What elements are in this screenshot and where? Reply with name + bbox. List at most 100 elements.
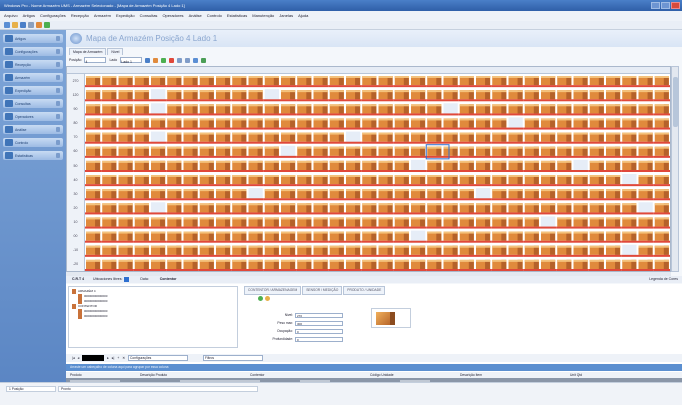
storage-slot[interactable] <box>296 189 313 201</box>
storage-slot[interactable] <box>345 259 362 271</box>
storage-slot[interactable] <box>215 132 232 144</box>
storage-slot[interactable] <box>150 259 167 271</box>
storage-slot[interactable] <box>280 76 297 88</box>
storage-slot[interactable] <box>361 189 378 201</box>
storage-slot[interactable] <box>312 90 329 102</box>
storage-slot[interactable] <box>458 118 475 130</box>
storage-slot[interactable] <box>361 118 378 130</box>
storage-slot[interactable] <box>458 245 475 257</box>
first-record-button[interactable]: |◂ <box>72 356 75 360</box>
storage-slot[interactable] <box>328 189 345 201</box>
storage-slot[interactable] <box>117 259 134 271</box>
storage-slot[interactable] <box>263 104 280 116</box>
storage-slot[interactable] <box>572 175 589 187</box>
storage-slot[interactable] <box>296 217 313 229</box>
storage-slot[interactable] <box>133 76 150 88</box>
storage-slot[interactable] <box>377 231 394 243</box>
storage-slot[interactable] <box>377 203 394 215</box>
storage-slot[interactable] <box>475 132 492 144</box>
storage-slot[interactable] <box>150 189 167 201</box>
storage-slot[interactable] <box>198 90 215 102</box>
storage-slot[interactable] <box>475 231 492 243</box>
storage-slot[interactable] <box>247 217 264 229</box>
storage-slot[interactable] <box>540 118 557 130</box>
storage-slot[interactable] <box>117 90 134 102</box>
slot-grid[interactable] <box>85 74 670 272</box>
storage-slot[interactable] <box>85 245 102 257</box>
storage-slot[interactable] <box>621 174 638 187</box>
storage-slot[interactable] <box>247 104 264 116</box>
storage-slot[interactable] <box>328 245 345 257</box>
storage-slot[interactable] <box>426 90 443 102</box>
tree-node[interactable]: 00000000000000 <box>78 314 107 319</box>
storage-slot[interactable] <box>556 76 573 88</box>
storage-slot[interactable] <box>540 245 557 257</box>
storage-slot[interactable] <box>475 146 492 158</box>
storage-slot[interactable] <box>85 231 102 243</box>
delete-icon[interactable] <box>169 57 175 63</box>
storage-slot[interactable] <box>328 118 345 130</box>
storage-slot[interactable] <box>442 146 459 158</box>
side-select[interactable]: Lado 1 <box>120 57 143 64</box>
storage-slot[interactable] <box>215 104 232 116</box>
save-icon[interactable] <box>258 296 263 301</box>
storage-slot[interactable] <box>215 175 232 187</box>
storage-slot[interactable] <box>345 231 362 243</box>
add-record-button[interactable]: + <box>117 356 119 360</box>
storage-slot[interactable] <box>263 132 280 144</box>
storage-slot[interactable] <box>523 217 540 229</box>
storage-slot[interactable] <box>101 231 118 243</box>
storage-slot[interactable] <box>410 230 427 243</box>
storage-slot[interactable] <box>540 189 557 201</box>
storage-slot[interactable] <box>231 203 248 215</box>
storage-slot[interactable] <box>377 76 394 88</box>
storage-slot[interactable] <box>377 217 394 229</box>
storage-slot[interactable] <box>393 104 410 116</box>
storage-slot[interactable] <box>426 217 443 229</box>
storage-slot[interactable] <box>475 104 492 116</box>
storage-slot[interactable] <box>328 160 345 172</box>
storage-slot[interactable] <box>231 189 248 201</box>
storage-slot[interactable] <box>198 146 215 158</box>
storage-slot[interactable] <box>328 76 345 88</box>
storage-slot[interactable] <box>556 118 573 130</box>
storage-slot[interactable] <box>182 175 199 187</box>
storage-slot[interactable] <box>101 76 118 88</box>
storage-slot[interactable] <box>345 104 362 116</box>
storage-slot[interactable] <box>556 245 573 257</box>
storage-slot[interactable] <box>198 203 215 215</box>
storage-slot[interactable] <box>296 160 313 172</box>
sidebar-item[interactable]: Recepção <box>3 60 63 69</box>
storage-slot[interactable] <box>523 259 540 271</box>
storage-slot[interactable] <box>637 160 654 172</box>
storage-slot[interactable] <box>442 245 459 257</box>
storage-slot[interactable] <box>540 104 557 116</box>
storage-slot[interactable] <box>637 189 654 201</box>
storage-slot[interactable] <box>507 104 524 116</box>
storage-slot[interactable] <box>133 90 150 102</box>
storage-slot[interactable] <box>426 203 443 215</box>
storage-slot[interactable] <box>523 245 540 257</box>
storage-slot[interactable] <box>523 203 540 215</box>
storage-slot[interactable] <box>540 90 557 102</box>
menu-item[interactable]: Estatísticas <box>227 13 247 18</box>
minimize-button[interactable] <box>651 2 660 9</box>
storage-slot[interactable] <box>263 76 280 88</box>
storage-slot[interactable] <box>328 231 345 243</box>
storage-slot[interactable] <box>182 259 199 271</box>
storage-slot[interactable] <box>442 160 459 172</box>
storage-slot[interactable] <box>280 145 297 158</box>
storage-slot[interactable] <box>507 146 524 158</box>
storage-slot[interactable] <box>621 231 638 243</box>
storage-slot[interactable] <box>280 259 297 271</box>
storage-slot[interactable] <box>215 160 232 172</box>
storage-slot[interactable] <box>410 203 427 215</box>
storage-slot[interactable] <box>312 245 329 257</box>
storage-slot[interactable] <box>523 231 540 243</box>
storage-slot[interactable] <box>410 259 427 271</box>
storage-slot[interactable] <box>101 132 118 144</box>
vertical-scrollbar[interactable] <box>671 66 679 272</box>
storage-slot[interactable] <box>442 231 459 243</box>
storage-slot[interactable] <box>507 245 524 257</box>
storage-slot[interactable] <box>458 104 475 116</box>
